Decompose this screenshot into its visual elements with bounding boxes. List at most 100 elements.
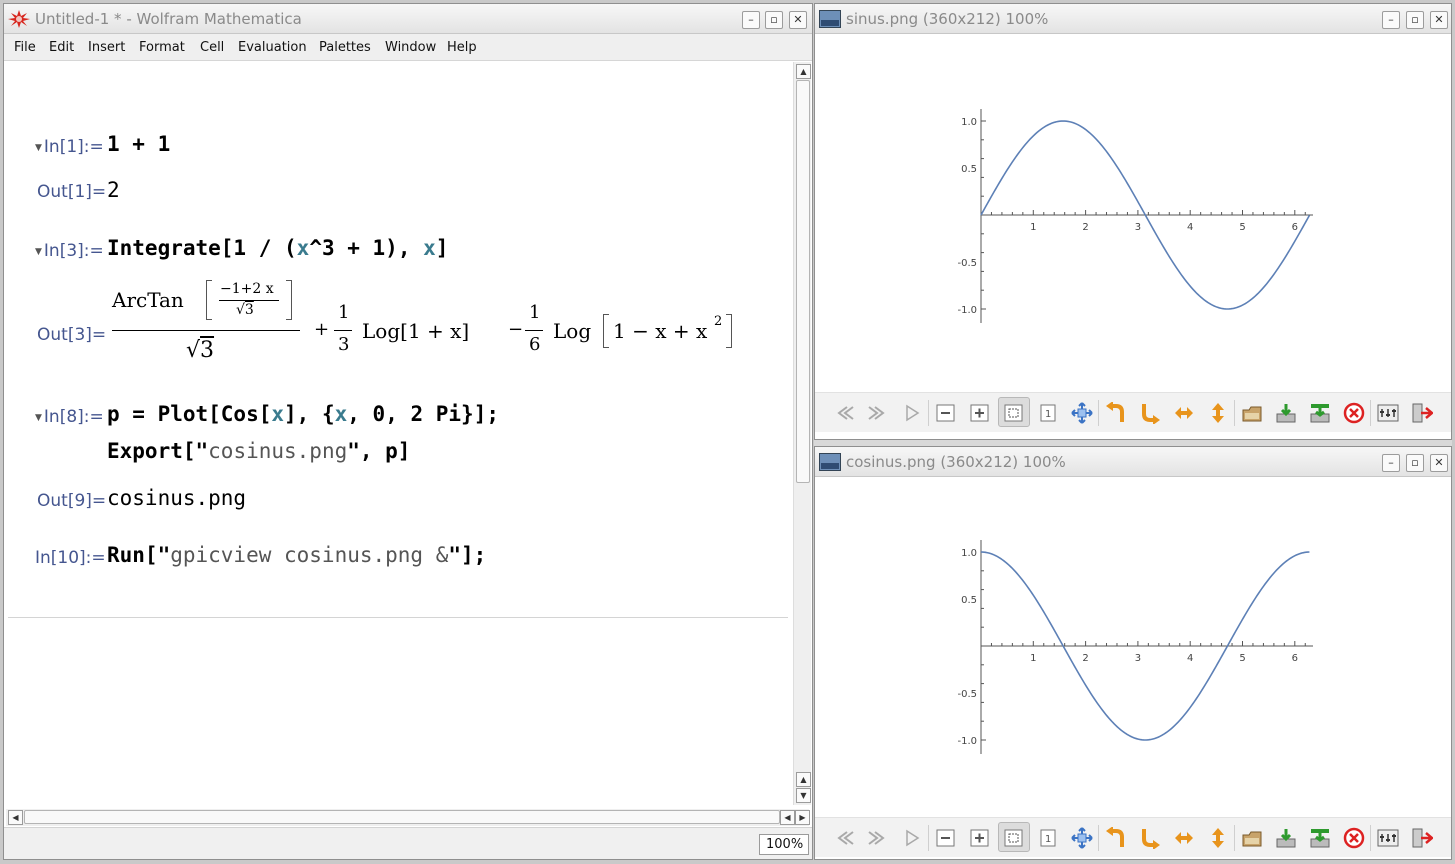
x-tick-label: 2 <box>1082 653 1088 664</box>
y-tick-label: 0.5 <box>961 595 977 606</box>
x-tick-label: 4 <box>1187 653 1193 664</box>
quit-icon[interactable] <box>1411 402 1434 424</box>
x-tick-label: 1 <box>1030 653 1036 664</box>
output-cell-9[interactable]: cosinus.png <box>107 486 246 510</box>
cell-label-in1[interactable]: ▼ In[1]:= <box>35 137 104 157</box>
open-file-icon[interactable] <box>1241 827 1263 849</box>
minimize-button[interactable]: – <box>1382 454 1400 472</box>
minimize-button[interactable]: – <box>1382 11 1400 29</box>
minimize-button[interactable]: – <box>742 11 760 29</box>
sinus-viewer-titlebar[interactable]: sinus.png (360x212) 100% – ▫ ✕ <box>815 4 1451 34</box>
cell-label-out1: Out[1]= <box>37 182 107 202</box>
menu-file[interactable]: File <box>14 40 36 55</box>
scroll-right-button[interactable]: ▶ <box>795 810 810 825</box>
cosinus-viewer-window: cosinus.png (360x212) 100% – ▫ ✕ 1234561… <box>814 446 1452 860</box>
vertical-scrollbar[interactable]: ▲ ▲ ▼ <box>793 62 811 805</box>
x-tick-label: 2 <box>1082 222 1088 233</box>
cell-collapse-icon[interactable]: ▼ <box>35 143 42 153</box>
menu-format[interactable]: Format <box>139 40 185 55</box>
menu-edit[interactable]: Edit <box>49 40 74 55</box>
input-cell-8-line2[interactable]: Export["cosinus.png", p] <box>107 439 410 463</box>
status-bar: 100% <box>4 827 812 859</box>
input-cell-3[interactable]: Integrate[1 / (x^3 + 1), x] <box>107 236 448 260</box>
maximize-button[interactable]: ▫ <box>765 11 783 29</box>
flip-vertical-icon[interactable] <box>1207 402 1229 424</box>
save-as-icon[interactable] <box>1309 827 1331 849</box>
scroll-up-button-bottom[interactable]: ▲ <box>796 772 811 787</box>
flip-horizontal-icon[interactable] <box>1173 402 1195 424</box>
close-button[interactable]: ✕ <box>1430 11 1448 29</box>
scroll-left-button-right[interactable]: ◀ <box>780 810 795 825</box>
menu-cell[interactable]: Cell <box>200 40 224 55</box>
preferences-icon[interactable] <box>1377 402 1399 424</box>
close-button[interactable]: ✕ <box>1430 454 1448 472</box>
cosinus-viewer-titlebar[interactable]: cosinus.png (360x212) 100% – ▫ ✕ <box>815 447 1451 477</box>
preferences-icon[interactable] <box>1377 827 1399 849</box>
fullscreen-icon[interactable] <box>1071 402 1093 424</box>
open-file-icon[interactable] <box>1241 402 1263 424</box>
menu-palettes[interactable]: Palettes <box>319 40 371 55</box>
menu-insert[interactable]: Insert <box>88 40 125 55</box>
flip-vertical-icon[interactable] <box>1207 827 1229 849</box>
horizontal-scrollbar[interactable]: ◀ ◀ ▶ <box>6 809 810 826</box>
y-tick-label: -1.0 <box>957 305 977 316</box>
arctan-text: ArcTan <box>112 288 184 312</box>
toolbar-separator <box>1234 825 1235 851</box>
scroll-up-button[interactable]: ▲ <box>796 64 811 79</box>
input-cell-10[interactable]: Run["gpicview cosinus.png &"]; <box>107 543 486 567</box>
menu-window[interactable]: Window <box>385 40 436 55</box>
mathematica-titlebar[interactable]: Untitled-1 * - Wolfram Mathematica – ▫ ✕ <box>4 4 812 34</box>
rotate-left-icon[interactable] <box>1105 826 1127 849</box>
scroll-left-button[interactable]: ◀ <box>8 810 23 825</box>
save-icon[interactable] <box>1275 402 1297 424</box>
image-canvas[interactable]: 1 2 3 4 5 6 1.0 0.5 -0.5 -1.0 <box>815 478 1451 818</box>
original-size-icon[interactable]: 1 <box>1037 402 1059 424</box>
flip-horizontal-icon[interactable] <box>1173 827 1195 849</box>
horizontal-scroll-thumb[interactable] <box>24 810 780 824</box>
maximize-button[interactable]: ▫ <box>1406 11 1424 29</box>
cell-collapse-icon[interactable]: ▼ <box>35 247 42 257</box>
menu-evaluation[interactable]: Evaluation <box>238 40 307 55</box>
fullscreen-icon[interactable] <box>1071 827 1093 849</box>
x-tick-label: 1 <box>1030 222 1036 233</box>
output-cell-1[interactable]: 2 <box>107 178 120 202</box>
cell-label-in10[interactable]: In[10]:= <box>35 548 106 568</box>
zoom-in-icon[interactable] <box>969 827 991 849</box>
slideshow-icon[interactable] <box>901 402 923 424</box>
cosinus-plot: 1 2 3 4 5 6 1.0 0.5 -0.5 -1.0 <box>957 540 1313 754</box>
rotate-left-icon[interactable] <box>1105 401 1127 424</box>
zoom-out-icon[interactable] <box>935 827 957 849</box>
previous-icon[interactable] <box>833 827 855 849</box>
next-icon[interactable] <box>867 827 889 849</box>
scroll-down-button[interactable]: ▼ <box>796 788 811 803</box>
slideshow-icon[interactable] <box>901 827 923 849</box>
toolbar-separator <box>1370 825 1371 851</box>
mathematica-window: Untitled-1 * - Wolfram Mathematica – ▫ ✕… <box>3 3 813 860</box>
close-button[interactable]: ✕ <box>789 11 807 29</box>
input-cell-1[interactable]: 1 + 1 <box>107 132 170 156</box>
input-cell-8-line1[interactable]: p = Plot[Cos[x], {x, 0, 2 Pi}]; <box>107 402 499 426</box>
zoom-selector[interactable]: 100% <box>759 834 809 855</box>
previous-icon[interactable] <box>833 402 855 424</box>
delete-icon[interactable] <box>1343 827 1365 849</box>
rotate-right-icon[interactable] <box>1139 402 1161 425</box>
save-as-icon[interactable] <box>1309 402 1331 424</box>
fit-window-icon[interactable] <box>1003 827 1025 849</box>
image-canvas[interactable]: 1 2 3 4 5 6 1.0 0.5 -0.5 -1.0 <box>815 35 1451 391</box>
notebook-area[interactable]: ▼ In[1]:= 1 + 1 Out[1]= 2 ▼ In[3]:= Integr… <box>6 62 788 805</box>
save-icon[interactable] <box>1275 827 1297 849</box>
fit-window-icon[interactable] <box>1003 402 1025 424</box>
menu-help[interactable]: Help <box>447 40 477 55</box>
zoom-in-icon[interactable] <box>969 402 991 424</box>
maximize-button[interactable]: ▫ <box>1406 454 1424 472</box>
cell-collapse-icon[interactable]: ▼ <box>35 413 42 423</box>
delete-icon[interactable] <box>1343 402 1365 424</box>
next-icon[interactable] <box>867 402 889 424</box>
quit-icon[interactable] <box>1411 827 1434 849</box>
cell-label-in8[interactable]: ▼ In[8]:= <box>35 407 104 427</box>
zoom-out-icon[interactable] <box>935 402 957 424</box>
cell-label-in3[interactable]: ▼ In[3]:= <box>35 241 104 261</box>
vertical-scroll-thumb[interactable] <box>796 80 810 483</box>
original-size-icon[interactable]: 1 <box>1037 827 1059 849</box>
rotate-right-icon[interactable] <box>1139 827 1161 850</box>
